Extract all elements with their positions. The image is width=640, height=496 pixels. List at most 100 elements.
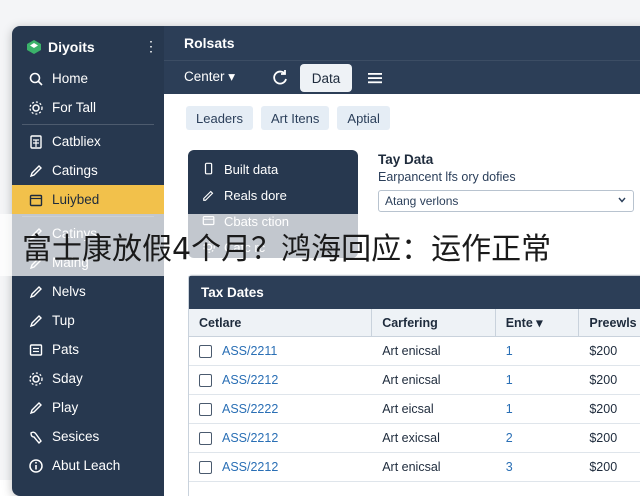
row-checkbox[interactable]	[199, 373, 212, 387]
tax-dates-table: Tax Dates Cetlare Carfering Ente ▾ Preew…	[188, 274, 640, 496]
sidebar-item-sday[interactable]: Sday	[12, 364, 164, 393]
pen-icon	[203, 190, 214, 201]
cell-count: 3	[505, 460, 513, 474]
center-dropdown[interactable]: Center ▾	[184, 69, 235, 85]
chevron-down-icon	[618, 197, 626, 203]
cell-price: $200	[589, 402, 618, 416]
card-item-built-data[interactable]: Built data	[188, 156, 358, 182]
card-item-reals-dore[interactable]: Reals dore	[188, 182, 358, 208]
sidebar-item-luiybed[interactable]: Luiybed	[12, 185, 164, 214]
table-row[interactable]: ASS/2212 Art enicsal 1 $200	[189, 366, 640, 395]
refresh-icon[interactable]	[270, 68, 290, 88]
sidebar-item-label: Sesices	[52, 429, 100, 444]
sidebar-item-label: Nelvs	[52, 284, 86, 299]
cell-price: $200	[589, 373, 618, 387]
pencil-icon	[29, 314, 42, 327]
pencil-icon	[29, 401, 42, 414]
cell-id: ASS/2222	[189, 395, 372, 423]
screenshot-frame: Diyoits ⋮ Home For Tall Catbliex Catings Lui…	[0, 0, 640, 496]
info-icon	[29, 458, 43, 473]
sidebar-item-label: Catings	[52, 163, 98, 178]
cell-price: $200	[589, 431, 618, 445]
cell-desc: Art exicsal	[382, 431, 440, 445]
sidebar-item-label: Pats	[52, 342, 80, 357]
column-header[interactable]: Preewls	[579, 309, 640, 336]
table-row[interactable]: ASS/2222 Art eicsal 1 $200	[189, 395, 640, 424]
row-id-link[interactable]: ASS/2211	[222, 344, 277, 358]
cell-id: ASS/2212	[189, 424, 372, 452]
row-id-link[interactable]: ASS/2212	[222, 460, 278, 474]
calendar-icon	[29, 194, 43, 206]
chip-aptial[interactable]: Aptial	[337, 106, 390, 130]
pencil-icon	[29, 164, 42, 177]
chip-leaders[interactable]: Leaders	[186, 106, 253, 130]
cell-id: ASS/2212	[189, 453, 372, 481]
sidebar-item-label: Catbliex	[52, 134, 101, 149]
row-checkbox[interactable]	[199, 344, 212, 358]
row-checkbox[interactable]	[199, 460, 212, 474]
caption-text: 富士康放假4个月？鸿海回应：运作正常	[22, 232, 552, 267]
card-item-label: Reals dore	[224, 187, 287, 203]
filter-chips: Leaders Art Itens Aptial	[186, 106, 390, 130]
chip-art-items[interactable]: Art Itens	[260, 106, 330, 130]
calculator-icon	[30, 134, 42, 149]
table-row[interactable]: ASS/2212 Art enicsal 3 $200	[189, 453, 640, 482]
hamburger-icon[interactable]	[366, 69, 384, 87]
sidebar-item-label: Tup	[52, 313, 75, 328]
sidebar-item-nelvs[interactable]: Nelvs	[12, 277, 164, 306]
sidebar-item-label: Sday	[52, 371, 83, 386]
cell-id: ASS/2212	[189, 366, 372, 394]
cell-desc: Art enicsal	[382, 344, 441, 358]
sidebar-item-label: Home	[52, 71, 89, 86]
gear-icon	[29, 100, 43, 115]
table-row[interactable]: ASS/2211 Art enicsal 1 $200	[189, 337, 640, 366]
cell-desc: Art enicsal	[382, 373, 441, 387]
row-id-link[interactable]: ASS/2222	[222, 402, 278, 416]
cell-count: 1	[505, 373, 513, 387]
sidebar-item-play[interactable]: Play	[12, 393, 164, 422]
sidebar-item-catings[interactable]: Catings	[12, 156, 164, 185]
title-bar: Rolsats	[164, 26, 640, 60]
table-header: Cetlare Carfering Ente ▾ Preewls	[189, 309, 640, 337]
phone-icon	[204, 162, 213, 175]
sidebar-item-for-tall[interactable]: For Tall	[12, 93, 164, 122]
cell-count: 1	[505, 402, 513, 416]
table-title: Tax Dates	[189, 275, 640, 309]
sidebar-item-catbliex[interactable]: Catbliex	[12, 127, 164, 156]
sidebar-item-home[interactable]: Home	[12, 64, 164, 93]
wrench-icon	[30, 431, 42, 444]
cell-desc: Art eicsal	[382, 402, 434, 416]
cell-count: 2	[505, 431, 513, 445]
row-checkbox[interactable]	[199, 431, 212, 445]
sidebar-item-tup[interactable]: Tup	[12, 306, 164, 335]
row-checkbox[interactable]	[199, 402, 212, 416]
gear-icon	[29, 371, 43, 386]
cell-desc: Art enicsal	[382, 460, 441, 474]
column-header-sort[interactable]: Ente ▾	[496, 309, 580, 336]
search-icon	[29, 72, 43, 86]
sidebar-item-sesices[interactable]: Sesices	[12, 422, 164, 451]
table-row[interactable]: ASS/2212 Art exicsal 2 $200	[189, 424, 640, 453]
sidebar-divider	[22, 124, 154, 125]
sidebar-item-label: Abut Leach	[52, 458, 121, 473]
sidebar-item-pats[interactable]: Pats	[12, 335, 164, 364]
table-body: ASS/2211 Art enicsal 1 $200 ASS/2212 Art enic…	[189, 337, 640, 482]
brand: Diyoits ⋮	[26, 36, 158, 58]
sidebar-item-abut-leach[interactable]: Abut Leach	[12, 451, 164, 480]
sidebar-item-label: For Tall	[52, 100, 97, 115]
cell-price: $200	[589, 344, 618, 358]
version-select-value: Atang verlons	[385, 194, 459, 208]
tax-data-title: Tay Data	[378, 152, 434, 167]
pencil-icon	[29, 285, 42, 298]
list-icon	[29, 343, 43, 356]
row-id-link[interactable]: ASS/2212	[222, 431, 278, 445]
page-title: Rolsats	[184, 35, 235, 51]
version-select[interactable]: Atang verlons	[378, 190, 634, 212]
column-header[interactable]: Cetlare	[189, 309, 373, 336]
sidebar-item-label: Luiybed	[52, 192, 100, 207]
row-id-link[interactable]: ASS/2212	[222, 373, 278, 387]
tab-data[interactable]: Data	[300, 64, 352, 92]
card-item-label: Built data	[224, 161, 279, 177]
column-header[interactable]: Carfering	[372, 309, 496, 336]
more-options-icon[interactable]: ⋮	[144, 38, 158, 55]
